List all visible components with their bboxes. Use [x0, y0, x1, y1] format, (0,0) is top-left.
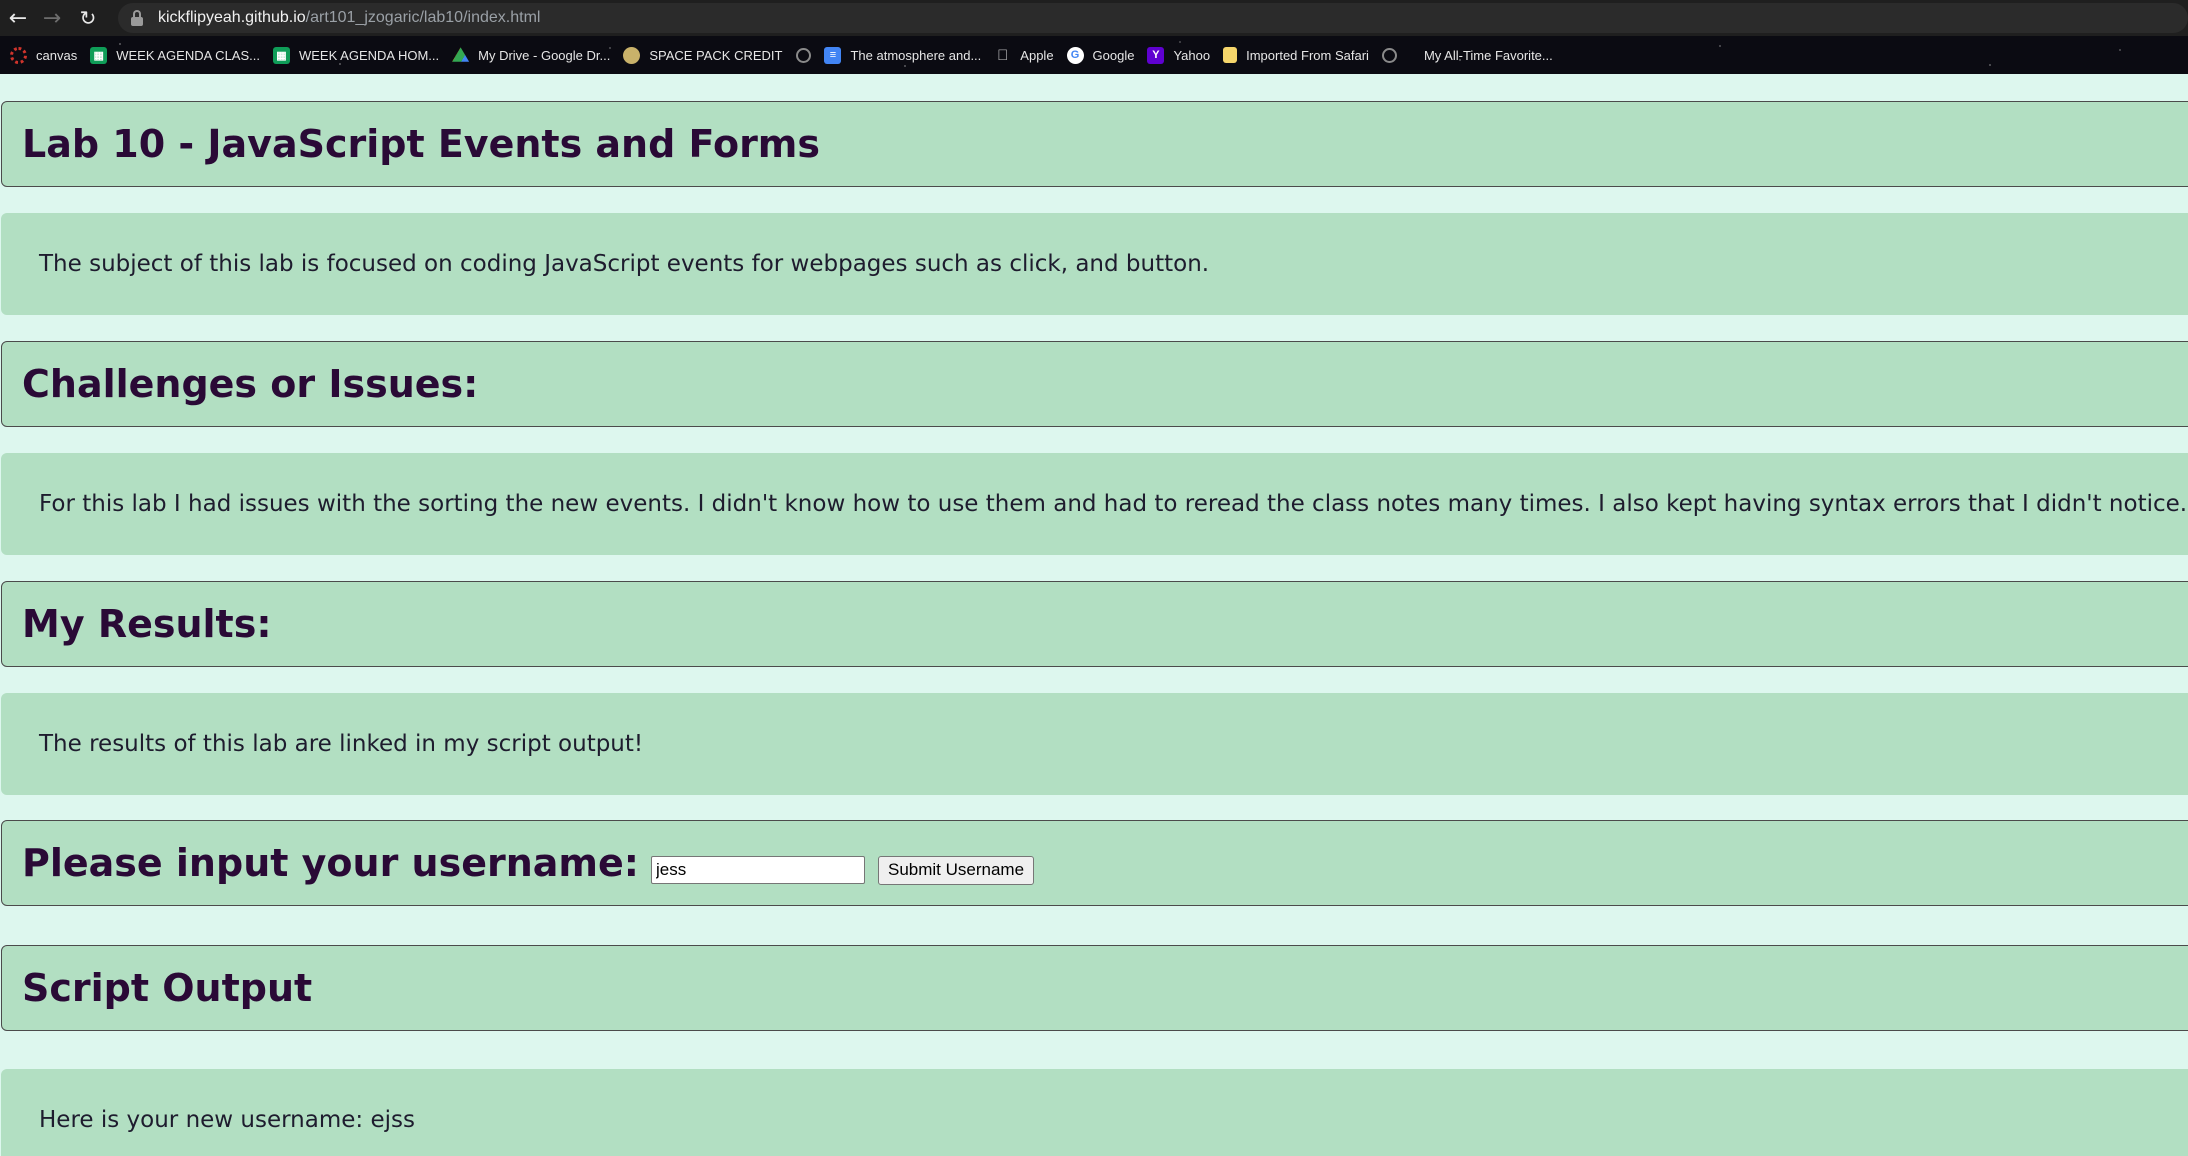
sheets-icon: ▦	[272, 46, 290, 64]
docs-icon: ≡	[824, 46, 842, 64]
browser-toolbar: ← → ↻ kickflipyeah.github.io/art101_jzog…	[0, 0, 2188, 36]
bookmark-google[interactable]: G Google	[1063, 41, 1144, 69]
bookmark-canvas[interactable]: canvas	[6, 41, 86, 69]
globe-icon	[1381, 47, 1397, 63]
apple-icon: 	[994, 47, 1011, 64]
results-text: The results of this lab are linked in my…	[39, 731, 644, 757]
bookmark-label: My All-Time Favorite...	[1423, 47, 1553, 63]
bookmark-label: Apple	[1020, 47, 1054, 63]
bookmark-apple[interactable]:  Apple	[990, 41, 1062, 69]
bookmark-label: canvas	[36, 47, 78, 63]
address-bar[interactable]: kickflipyeah.github.io/art101_jzogaric/l…	[118, 3, 2188, 33]
bookmark-imported-from-safari[interactable]: Imported From Safari	[1219, 41, 1378, 69]
forward-arrow-icon[interactable]: →	[37, 3, 67, 33]
page-title: Lab 10 - JavaScript Events and Forms	[22, 122, 821, 166]
bookmark-week-agenda-home[interactable]: ▦ WEEK AGENDA HOM...	[269, 41, 448, 69]
challenges-section: For this lab I had issues with the sorti…	[1, 453, 2188, 555]
url-host: kickflipyeah.github.io	[158, 9, 306, 26]
bookmark-my-all-time-favorite[interactable]: My All-Time Favorite...	[1378, 41, 1562, 69]
username-prompt: Please input your username:	[22, 841, 639, 885]
bookmark-label: My Drive - Google Dr...	[478, 47, 611, 63]
sheets-icon: ▦	[90, 46, 108, 64]
back-arrow-icon[interactable]: ←	[3, 3, 33, 33]
lock-icon[interactable]	[130, 10, 144, 26]
username-input[interactable]	[650, 856, 865, 884]
google-icon: G	[1066, 46, 1084, 64]
bookmark-yahoo[interactable]: Y Yahoo	[1143, 41, 1219, 69]
output-section: Here is your new username: ejss	[1, 1069, 2188, 1156]
output-heading: Script Output	[22, 966, 313, 1010]
bookmark-label: Yahoo	[1173, 47, 1211, 63]
folder-icon	[1223, 47, 1238, 63]
output-heading-section: Script Output	[1, 945, 2188, 1031]
intro-text: The subject of this lab is focused on co…	[39, 251, 1210, 277]
username-form: Please input your username: Submit Usern…	[1, 820, 2188, 906]
results-section: The results of this lab are linked in my…	[1, 693, 2188, 795]
title-section: Lab 10 - JavaScript Events and Forms	[1, 101, 2188, 187]
globe-icon	[796, 47, 812, 63]
output-text: Here is your new username: ejss	[39, 1107, 415, 1133]
bookmarks-bar: canvas ▦ WEEK AGENDA CLAS... ▦ WEEK AGENDA…	[0, 36, 2188, 74]
space-pack-icon	[623, 46, 641, 64]
results-heading-section: My Results:	[1, 581, 2188, 667]
challenges-heading-section: Challenges or Issues:	[1, 341, 2188, 427]
challenges-heading: Challenges or Issues:	[22, 362, 479, 406]
intro-section: The subject of this lab is focused on co…	[1, 213, 2188, 315]
bookmark-label: SPACE PACK CREDIT	[649, 47, 783, 63]
challenges-text: For this lab I had issues with the sorti…	[39, 491, 2188, 517]
yahoo-icon: Y	[1147, 46, 1165, 64]
bookmark-label: WEEK AGENDA HOM...	[298, 47, 440, 63]
bookmark-my-drive[interactable]: My Drive - Google Dr...	[448, 41, 619, 69]
url-path: /art101_jzogaric/lab10/index.html	[305, 9, 541, 26]
bookmark-label: The atmosphere and...	[850, 47, 982, 63]
bookmark-space-pack-credit[interactable]: SPACE PACK CREDIT	[619, 41, 820, 69]
canvas-icon	[10, 46, 27, 64]
drive-icon	[452, 47, 470, 62]
bookmark-label: WEEK AGENDA CLAS...	[116, 47, 260, 63]
reload-icon[interactable]: ↻	[73, 3, 103, 33]
bookmark-atmosphere[interactable]: ≡ The atmosphere and...	[820, 41, 990, 69]
bookmark-label: Google	[1092, 47, 1135, 63]
bookmark-label: Imported From Safari	[1246, 47, 1369, 63]
submit-username-button[interactable]: Submit Username	[877, 855, 1035, 885]
bookmark-week-agenda-class[interactable]: ▦ WEEK AGENDA CLAS...	[86, 41, 269, 69]
results-heading: My Results:	[22, 602, 272, 646]
